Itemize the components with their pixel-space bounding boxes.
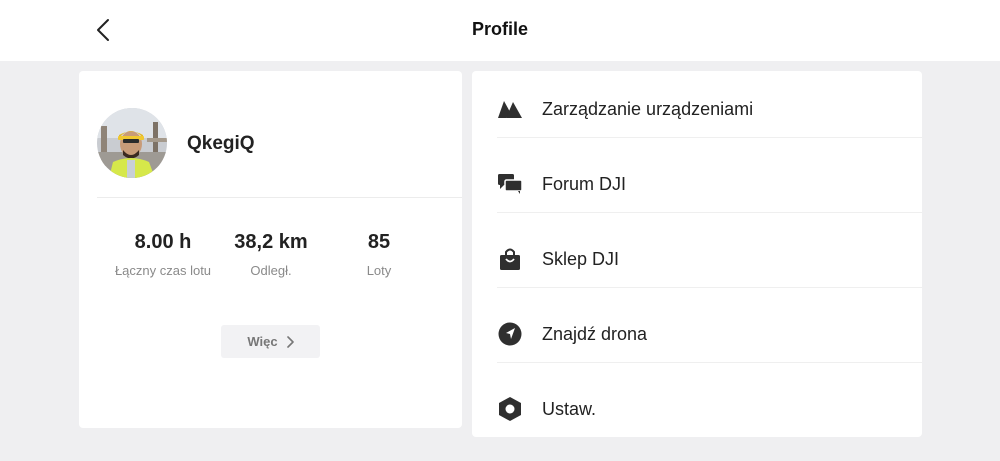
- profile-card: QkegiQ 8.00 h Łączny czas lotu 38,2 km O…: [79, 71, 462, 428]
- menu-item-settings[interactable]: Ustaw.: [472, 371, 922, 446]
- menu-separator: [497, 212, 922, 213]
- divider: [97, 197, 462, 198]
- menu-separator: [497, 287, 922, 288]
- device-management-icon: [497, 96, 523, 122]
- page-title: Profile: [471, 19, 528, 39]
- avatar[interactable]: [97, 108, 167, 178]
- stat-flights: 85 Loty: [314, 229, 444, 278]
- menu-card: Zarządzanie urządzeniami Forum DJI Sklep…: [472, 71, 922, 437]
- settings-hexagon-icon: [497, 396, 523, 422]
- menu-item-label: Zarządzanie urządzeniami: [542, 99, 754, 119]
- menu-item-find-drone[interactable]: Znajdź drona: [472, 296, 922, 371]
- menu-item-label: Forum DJI: [542, 174, 627, 194]
- menu-item-label: Znajdź drona: [542, 324, 648, 344]
- stat-label: Loty: [366, 263, 392, 278]
- forum-icon: [497, 171, 523, 197]
- menu-item-label: Ustaw.: [542, 399, 597, 419]
- menu-item-device-management[interactable]: Zarządzanie urządzeniami: [472, 71, 922, 146]
- menu-item-forum[interactable]: Forum DJI: [472, 146, 922, 221]
- shopping-bag-icon: [497, 246, 523, 272]
- menu-item-shop[interactable]: Sklep DJI: [472, 221, 922, 296]
- menu-item-label: Sklep DJI: [542, 249, 620, 269]
- top-bar: Profile: [0, 0, 1000, 61]
- find-drone-compass-icon: [497, 321, 523, 347]
- more-button-label: Więc: [247, 334, 278, 349]
- menu-separator: [497, 137, 922, 138]
- stat-value: 85: [367, 231, 391, 253]
- menu-separator: [497, 362, 922, 363]
- username: QkegiQ: [187, 133, 255, 154]
- more-button[interactable]: Więc: [221, 325, 320, 358]
- chevron-right-icon: [286, 335, 294, 348]
